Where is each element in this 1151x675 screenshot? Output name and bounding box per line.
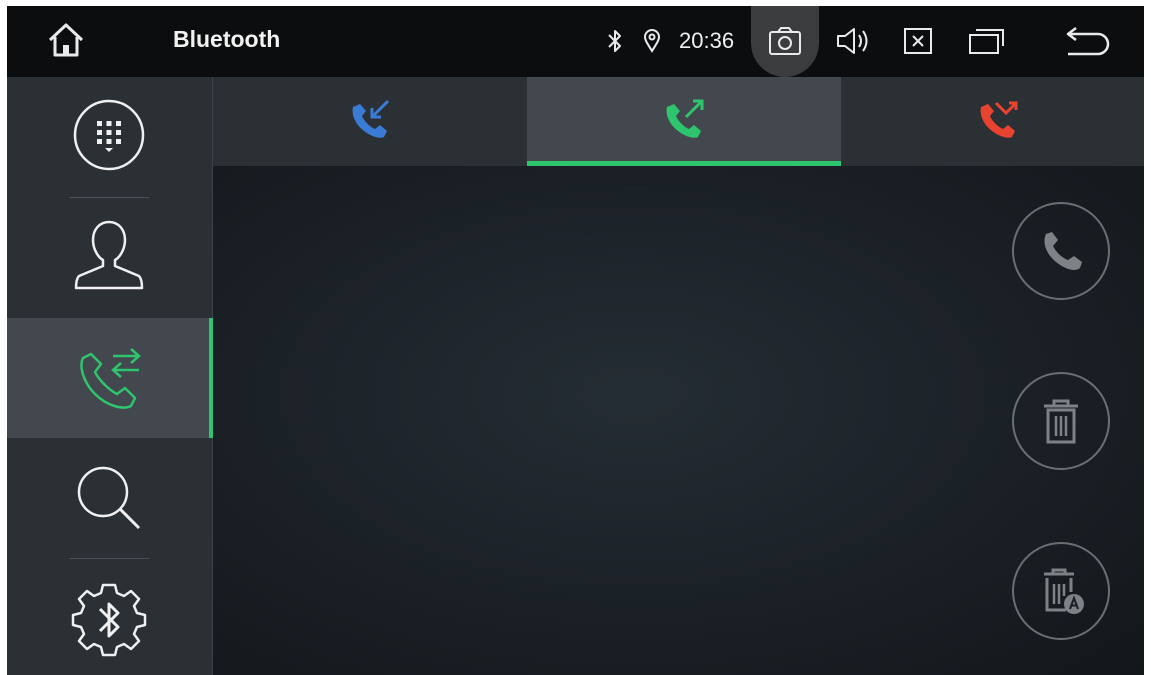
- phone-icon: [1044, 232, 1082, 270]
- delete-all-button[interactable]: [1012, 542, 1110, 640]
- tab-missed[interactable]: [841, 77, 1144, 166]
- tab-outgoing[interactable]: [527, 77, 841, 166]
- trash-icon: [1044, 399, 1078, 444]
- call-button[interactable]: [1012, 202, 1110, 300]
- delete-button[interactable]: [1012, 372, 1110, 470]
- status-bar: Bluetooth 20:36: [7, 6, 1144, 77]
- volume-icon[interactable]: [835, 26, 871, 56]
- location-pin-icon: [643, 29, 661, 53]
- dialpad-icon: [73, 99, 145, 171]
- sidebar: [7, 77, 213, 675]
- tab-incoming[interactable]: [213, 77, 527, 166]
- sidebar-item-dialpad[interactable]: [7, 77, 212, 197]
- recent-apps-icon[interactable]: [966, 26, 1006, 56]
- bluetooth-app-screen: Bluetooth 20:36: [7, 6, 1144, 675]
- bluetooth-icon: [608, 30, 621, 52]
- sidebar-item-contacts[interactable]: [7, 198, 212, 318]
- close-box-icon[interactable]: [902, 26, 934, 56]
- bluetooth-settings-icon: [71, 583, 147, 657]
- incoming-call-icon: [352, 99, 390, 138]
- call-type-tabs: [213, 77, 1144, 166]
- camera-icon: [769, 27, 801, 55]
- back-icon[interactable]: [1062, 24, 1112, 58]
- sidebar-item-call-history[interactable]: [7, 318, 213, 438]
- sidebar-item-bluetooth-settings[interactable]: [7, 559, 212, 675]
- call-log-list: [213, 166, 1144, 675]
- missed-call-icon: [980, 101, 1018, 138]
- screenshot-button[interactable]: [751, 6, 819, 77]
- page-title: Bluetooth: [173, 26, 281, 52]
- outgoing-call-icon: [666, 99, 704, 138]
- sidebar-item-search[interactable]: [7, 438, 212, 558]
- clock: 20:36: [679, 28, 735, 53]
- call-history-icon: [80, 348, 141, 409]
- contacts-icon: [74, 220, 144, 290]
- search-icon: [77, 466, 141, 530]
- trash-all-icon: [1044, 568, 1084, 614]
- home-icon[interactable]: [46, 20, 86, 60]
